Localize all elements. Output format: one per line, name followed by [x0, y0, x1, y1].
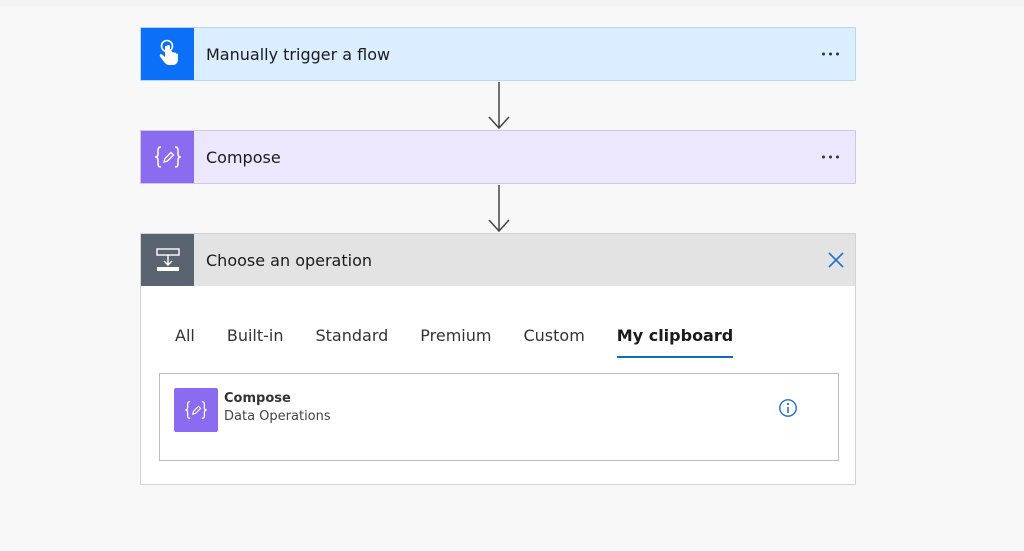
tab-standard[interactable]: Standard [299, 324, 404, 358]
tab-my-clipboard[interactable]: My clipboard [601, 324, 749, 358]
arrow-down-icon [488, 82, 510, 130]
dot-icon [822, 155, 825, 159]
compose-title: Compose [206, 147, 281, 167]
trigger-title: Manually trigger a flow [206, 44, 391, 64]
compose-card-header[interactable]: Compose [141, 131, 855, 183]
trigger-card-header[interactable]: Manually trigger a flow [141, 28, 855, 80]
top-strip [0, 0, 1024, 6]
list-item[interactable]: Compose Data Operations [174, 388, 331, 432]
braces-pencil-icon [174, 388, 218, 432]
operation-tabs: All Built-in Standard Premium Custom My … [141, 324, 749, 358]
dot-icon [836, 52, 839, 56]
compose-more-button[interactable] [820, 150, 841, 165]
result-name: Compose [224, 391, 291, 406]
tab-premium[interactable]: Premium [404, 324, 507, 358]
tab-custom[interactable]: Custom [507, 324, 600, 358]
choose-operation-header: Choose an operation [141, 234, 855, 286]
trigger-more-button[interactable] [820, 47, 841, 62]
trigger-card[interactable]: Manually trigger a flow [140, 27, 856, 81]
close-icon[interactable] [827, 251, 845, 269]
arrow-down-icon [488, 185, 510, 233]
dot-icon [829, 52, 832, 56]
insert-step-icon [141, 234, 194, 286]
result-category: Data Operations [224, 409, 331, 424]
dot-icon [829, 155, 832, 159]
choose-operation-card: Choose an operation All Built-in Standar… [140, 233, 856, 485]
choose-operation-title: Choose an operation [206, 250, 373, 270]
tab-all[interactable]: All [141, 324, 211, 358]
clipboard-results: Compose Data Operations [159, 373, 839, 461]
info-icon[interactable] [778, 398, 798, 418]
braces-pencil-icon [141, 131, 194, 183]
tab-built-in[interactable]: Built-in [211, 324, 300, 358]
compose-card[interactable]: Compose [140, 130, 856, 184]
dot-icon [836, 155, 839, 159]
dot-icon [822, 52, 825, 56]
touch-hand-icon [141, 28, 194, 80]
